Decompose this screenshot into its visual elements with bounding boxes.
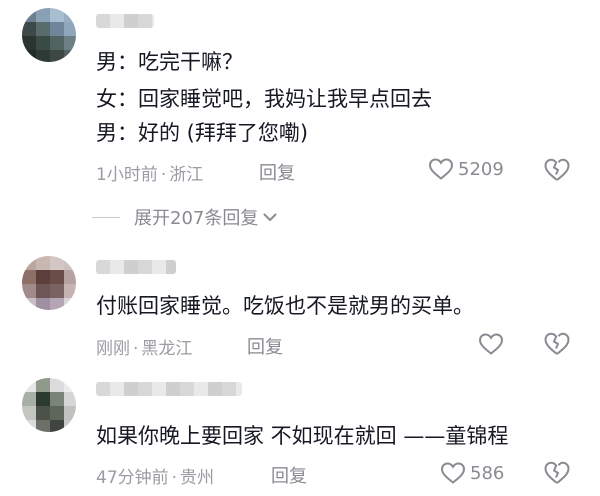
username[interactable]	[96, 382, 242, 396]
avatar[interactable]	[22, 256, 76, 310]
avatar[interactable]	[22, 378, 76, 432]
reply-button[interactable]: 回复	[271, 462, 307, 488]
comment-time: 1小时前	[96, 165, 158, 185]
comment-text-line: 男：好的 (拜拜了您嘞)	[96, 121, 309, 145]
comment-location: 浙江	[169, 165, 204, 185]
like-button[interactable]	[478, 332, 508, 356]
heart-outline-icon	[478, 333, 504, 355]
username[interactable]	[96, 260, 176, 274]
expand-replies-button[interactable]: 展开207条回复	[92, 204, 279, 230]
like-count: 586	[470, 462, 505, 484]
comment-text-line: 付账回家睡觉。吃饭也不是就男的买单。	[96, 294, 474, 318]
broken-heart-icon[interactable]	[543, 157, 571, 183]
comment-meta: 1小时前 · 浙江	[96, 160, 203, 185]
broken-heart-icon[interactable]	[543, 331, 571, 357]
comment-text-line: 男：吃完干嘛？	[96, 50, 243, 74]
meta-separator: ·	[160, 165, 167, 185]
comment-location: 黑龙江	[141, 339, 193, 359]
broken-heart-icon[interactable]	[543, 460, 571, 486]
like-button[interactable]: 5209	[428, 157, 504, 181]
comment-location: 贵州	[180, 468, 215, 488]
expand-divider	[92, 216, 120, 218]
like-button[interactable]: 586	[440, 461, 504, 485]
like-count: 5209	[458, 158, 504, 180]
comment-meta: 47分钟前 · 贵州	[96, 463, 214, 488]
heart-outline-icon	[440, 462, 466, 484]
avatar[interactable]	[22, 8, 76, 62]
reply-button[interactable]: 回复	[259, 159, 295, 185]
meta-separator: ·	[171, 468, 178, 488]
expand-replies-label: 展开207条回复	[134, 208, 259, 229]
meta-separator: ·	[133, 339, 139, 359]
reply-button[interactable]: 回复	[247, 333, 283, 359]
comment-time: 刚刚	[96, 339, 130, 359]
comment-time: 47分钟前	[96, 468, 169, 488]
comment-text-line: 女：回家睡觉吧，我妈让我早点回去	[96, 87, 432, 111]
username[interactable]	[96, 14, 154, 28]
heart-outline-icon	[428, 158, 454, 180]
chevron-down-icon	[263, 213, 277, 221]
comment-text-line: 如果你晚上要回家 不如现在就回 ——童锦程	[96, 424, 509, 448]
comment-meta: 刚刚 · 黑龙江	[96, 334, 192, 359]
